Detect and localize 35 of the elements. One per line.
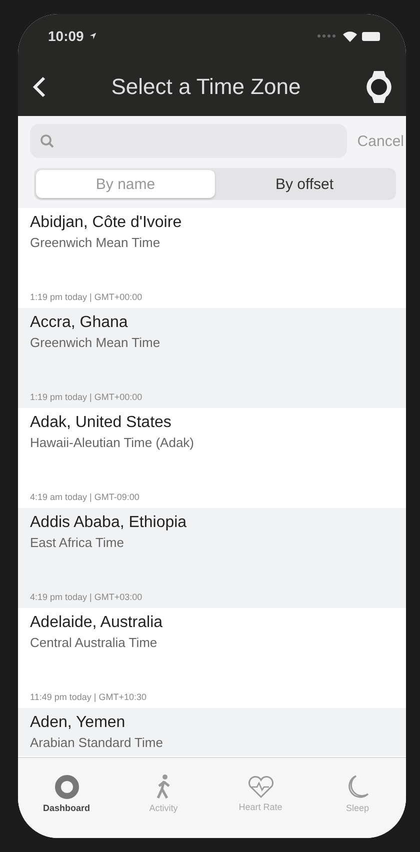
nav-title: Select a Time Zone xyxy=(110,74,302,100)
search-icon xyxy=(40,134,54,148)
wifi-icon xyxy=(343,30,357,42)
time-zone-row[interactable]: Addis Ababa, Ethiopia East Africa Time 4:19 pm today | GMT+03:00 xyxy=(18,508,406,608)
time-zone-row[interactable]: Aden, Yemen Arabian Standard Time xyxy=(18,708,406,756)
zone-name: Central Australia Time xyxy=(30,635,158,650)
segment-tab[interactable]: By offset xyxy=(215,170,394,198)
local-time: 4:19 am today | GMT-09:00 xyxy=(30,492,140,502)
city-name: Addis Ababa, Ethiopia xyxy=(30,514,188,532)
time-zone-row[interactable]: Accra, Ghana Greenwich Mean Time 1:19 pm today | GMT+00:00 xyxy=(18,308,406,408)
battery-icon xyxy=(362,32,382,40)
zone-name: East Africa Time xyxy=(30,535,125,550)
zone-name: Greenwich Mean Time xyxy=(30,235,162,250)
zone-name: Hawaii-Aleutian Time (Adak) xyxy=(30,435,196,450)
city-name: Adak, United States xyxy=(30,414,172,432)
local-time: 11:49 pm today | GMT+10:30 xyxy=(30,692,148,702)
city-name: Accra, Ghana xyxy=(30,314,129,332)
local-time: 4:19 pm today | GMT+03:00 xyxy=(30,592,144,602)
zone-name: Arabian Standard Time xyxy=(30,735,164,750)
heart-pulse-icon xyxy=(246,774,274,798)
back-icon[interactable] xyxy=(32,76,46,98)
status-time: 10:09 xyxy=(48,28,84,44)
ring-icon xyxy=(54,774,80,800)
local-time: 1:19 pm today | GMT+00:00 xyxy=(30,292,144,302)
city-name: Abidjan, Côte d'Ivoire xyxy=(30,214,183,232)
moon-icon xyxy=(346,774,370,800)
search-field[interactable] xyxy=(30,124,348,158)
zone-name: Greenwich Mean Time xyxy=(30,335,162,350)
city-name: Aden, Yemen xyxy=(30,714,126,732)
tab-item[interactable]: Dashboard xyxy=(18,758,115,828)
city-name: Adelaide, Australia xyxy=(30,614,164,632)
local-time: 1:19 pm today | GMT+00:00 xyxy=(30,392,144,402)
signal-icon xyxy=(316,33,338,39)
location-arrow-icon xyxy=(88,32,97,40)
watch-icon[interactable] xyxy=(366,69,392,105)
